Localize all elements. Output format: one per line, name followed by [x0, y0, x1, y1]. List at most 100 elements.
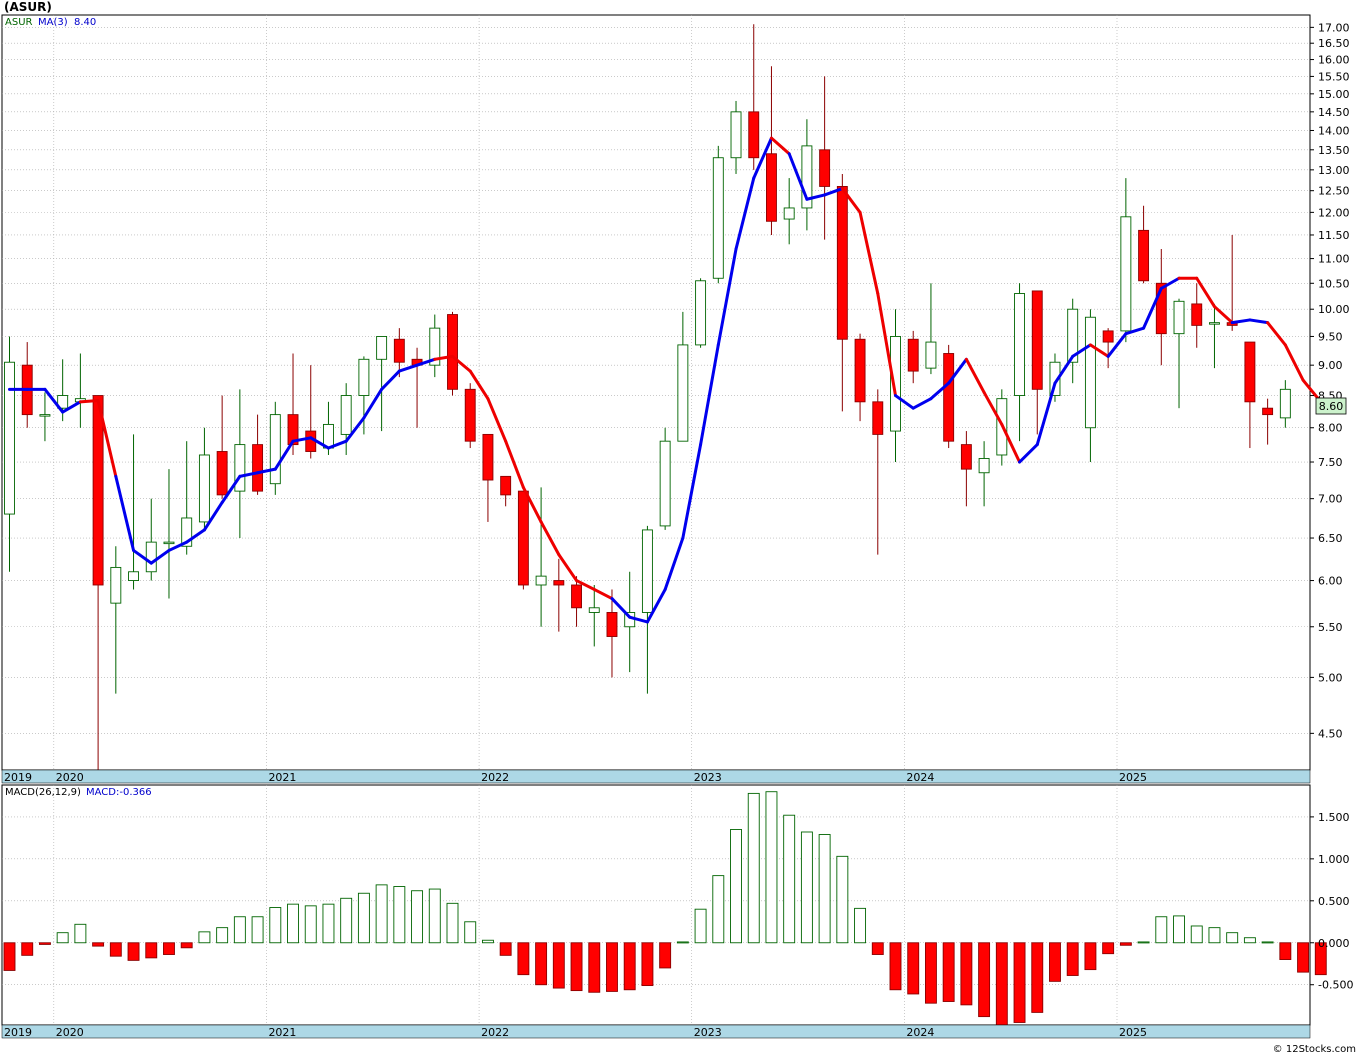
- macd-bar: [907, 942, 920, 995]
- candle-body: [695, 280, 707, 346]
- stock-chart: (ASUR) 17.00 16.50 16.00 15.50 15.00 14.50 14.…: [1, 0, 1356, 1055]
- macd-bar: [1066, 942, 1079, 976]
- macd-bar: [233, 916, 246, 944]
- macd-bar: [269, 907, 282, 944]
- price-tick-label: 6.00: [1318, 575, 1343, 588]
- candle-body: [872, 401, 884, 435]
- macd-x-axis-band: [1, 1024, 1311, 1039]
- candle-body: [464, 388, 476, 442]
- candle-body: [677, 344, 689, 442]
- candle-body: [39, 414, 51, 417]
- macd-bar: [1049, 942, 1061, 982]
- macd-bar: [322, 903, 335, 944]
- chart-title: (ASUR): [4, 0, 52, 14]
- candle-body: [659, 440, 671, 527]
- axes: 17.00 16.50 16.00 15.50 15.00 14.50 14.00 13.50…: [1310, 21, 1353, 992]
- macd-tick-label: 1.000: [1318, 853, 1350, 866]
- last-price-label: 8.60: [1319, 400, 1344, 413]
- macd-bar: [517, 942, 530, 976]
- price-tick-label: 11.00: [1318, 253, 1350, 266]
- macd-bar: [659, 942, 672, 969]
- price-tick-label: 16.50: [1318, 37, 1350, 50]
- macd-bar: [163, 942, 175, 955]
- macd-bar: [357, 892, 370, 944]
- price-tick-label: 15.00: [1318, 88, 1350, 101]
- macd-bar: [393, 886, 406, 944]
- candle-body: [358, 358, 370, 396]
- macd-bar: [145, 942, 158, 959]
- price-tick-label: 14.50: [1318, 106, 1350, 119]
- macd-bar: [446, 902, 459, 944]
- macd-bar: [304, 905, 317, 944]
- macd-bar: [800, 831, 813, 944]
- x-axis-year-label: 2025: [1119, 771, 1147, 784]
- candle-body: [836, 185, 848, 340]
- x-axis-year-label: 2024: [906, 1026, 934, 1039]
- x-axis-year-label: 2023: [694, 1026, 722, 1039]
- macd-bar: [1190, 925, 1203, 944]
- candle-body: [606, 612, 618, 637]
- candle-body: [252, 444, 264, 492]
- candle-body: [1138, 229, 1150, 282]
- macd-bar: [411, 890, 424, 944]
- price-tick-label: 17.00: [1318, 21, 1350, 34]
- macd-bar: [1013, 942, 1026, 1023]
- x-axis-year-label: 2020: [56, 1026, 84, 1039]
- price-tick-label: 13.00: [1318, 164, 1350, 177]
- macd-bar: [552, 942, 565, 989]
- x-axis-year-label: 2020: [56, 771, 84, 784]
- macd-bar: [464, 921, 477, 944]
- macd-bar: [588, 942, 601, 993]
- candle-body: [925, 341, 937, 369]
- candle-body: [588, 607, 600, 613]
- x-axis-year-label: 2023: [694, 771, 722, 784]
- price-tick-label: 5.00: [1318, 671, 1343, 684]
- price-tick-label: 14.00: [1318, 124, 1350, 137]
- candle-body: [1244, 341, 1256, 403]
- macd-bar: [942, 942, 955, 1002]
- macd-bar: [109, 942, 122, 957]
- macd-tick-label: -0.500: [1318, 979, 1353, 992]
- candle-body: [641, 529, 653, 613]
- macd-bar: [995, 942, 1008, 1026]
- candle-body: [978, 458, 990, 474]
- macd-bar: [924, 942, 937, 1004]
- macd-bar: [499, 942, 512, 956]
- legend-symbol: ASUR: [5, 17, 33, 28]
- macd-tick-label: 0.500: [1318, 895, 1350, 908]
- macd-legend-value: MACD:-0.366: [86, 787, 152, 798]
- candle-body: [1014, 293, 1025, 396]
- x-axis-year-label: 2021: [268, 771, 296, 784]
- macd-bar: [1119, 942, 1132, 946]
- price-tick-label: 15.50: [1318, 70, 1350, 83]
- macd-bar: [747, 792, 760, 944]
- macd-bar: [871, 942, 884, 955]
- candle-body: [128, 571, 139, 581]
- x-axis-year-label: 2019: [4, 771, 32, 784]
- price-tick-label: 10.50: [1318, 277, 1350, 290]
- candle-body: [163, 541, 175, 545]
- candle-body: [376, 336, 388, 360]
- macd-bar: [287, 903, 299, 944]
- macd-bar: [694, 908, 707, 944]
- macd-bar: [375, 884, 388, 944]
- candle-body: [1209, 322, 1220, 325]
- macd-bar: [1279, 942, 1292, 960]
- macd-bar: [92, 942, 105, 947]
- macd-bar: [1084, 942, 1097, 971]
- price-tick-label: 12.50: [1318, 185, 1350, 198]
- macd-bar: [251, 916, 264, 944]
- macd-panel-frame: [1, 784, 1311, 1026]
- macd-bar: [535, 942, 548, 986]
- candle-body: [269, 414, 281, 485]
- macd-bar: [641, 942, 654, 987]
- macd-bar: [1155, 916, 1168, 944]
- candle-body: [553, 580, 565, 586]
- macd-bar: [56, 932, 69, 944]
- x-axis-year-label: 2022: [481, 771, 509, 784]
- candle-body: [145, 541, 157, 573]
- price-tick-label: 13.50: [1318, 144, 1350, 157]
- macd-bar: [623, 942, 636, 991]
- x-axis-year-label: 2022: [481, 1026, 509, 1039]
- candle-body: [340, 395, 352, 435]
